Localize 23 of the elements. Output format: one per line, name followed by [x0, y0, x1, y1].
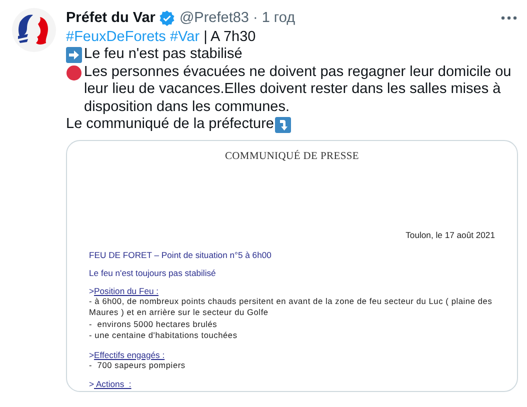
stop-dot-icon — [66, 64, 82, 80]
tweet-text: Le communiqué de la préfecture — [66, 116, 274, 134]
tweet-text: Le feu n'est pas stabilisé — [84, 46, 242, 64]
more-icon[interactable] — [501, 16, 517, 20]
document-text: - à 6h00, de nombreux points chauds persitent en avant de la zone de feu secteur du Luc ( plaine des Maures ) et en arrière sur le secteur du Golfe — [89, 296, 494, 318]
document-title: COMMUNIQUÉ DE PRESSE — [224, 150, 360, 162]
section-heading: >Effectifs engagés : — [89, 350, 166, 360]
author-name[interactable]: Préfet du Var — [66, 10, 156, 26]
document-heading: FEU DE FORET – Point de situation n°5 à 6h00 — [89, 250, 272, 260]
tweet-text: Les personnes évacuées ne doivent pas regagner leur domicile ou leur lieu de vacances.Elles doivent rester dans les salles mises à disposition dans les communes. — [84, 64, 512, 116]
post-time[interactable]: 1 год — [262, 10, 296, 26]
section-heading: > Actions : — [89, 379, 132, 389]
section-heading: >Position du Feu : — [89, 286, 160, 296]
document-subheading: Le feu n'est toujours pas stabilisé — [89, 268, 217, 278]
document-text: - environs 5000 hectares brulés — [89, 318, 218, 330]
author-handle[interactable]: @Prefet83 — [179, 10, 249, 26]
tweet-text: | A 7h30 — [204, 29, 256, 45]
document-text: - 700 sapeurs pompiers — [89, 360, 186, 371]
avatar[interactable] — [12, 8, 56, 52]
separator: · — [253, 10, 258, 26]
document-text: - une centaine d'habitations touchées — [89, 330, 238, 342]
document-date: Toulon, le 17 août 2021 — [404, 230, 495, 240]
document-preview[interactable] — [66, 140, 518, 392]
